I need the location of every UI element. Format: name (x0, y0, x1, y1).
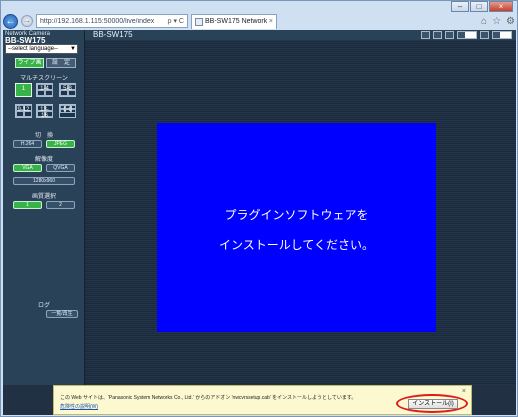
chevron-down-icon: ▼ (70, 46, 76, 52)
screen-9-button[interactable]: 1-9 (59, 104, 76, 118)
screen-quad-1-button[interactable]: 1-4 (36, 83, 53, 97)
page-content: Network Camera BB-SW175 --select languag… (3, 30, 516, 415)
address-bar[interactable]: http://192.168.1.115:50000/live/index ρ … (36, 14, 188, 28)
zoom-icon[interactable] (445, 31, 454, 39)
maximize-button[interactable]: □ (470, 1, 488, 12)
forward-button[interactable]: → (21, 15, 33, 27)
screen-1-label: 1 (21, 86, 26, 92)
switch-label: 切 換 (34, 133, 53, 139)
tab-title: BB-SW175 Network Ca... (205, 18, 267, 25)
browser-window: – □ × ← → http://192.168.1.115:50000/liv… (0, 0, 518, 417)
zoom-slider[interactable] (457, 31, 477, 39)
browser-toolbar-icons: ⌂ ☆ ⚙ (481, 16, 515, 27)
settings-icon[interactable]: ⚙ (506, 16, 515, 27)
video-viewer: プラグインソフトウェアを インストールしてください。 (85, 40, 516, 385)
camera-name: BB-SW175 (93, 30, 133, 39)
jpeg-button[interactable]: JPEG (46, 140, 75, 148)
home-icon[interactable]: ⌂ (481, 16, 487, 27)
window-controls: – □ × (451, 1, 513, 12)
browser-navbar: ← → http://192.168.1.115:50000/live/inde… (3, 12, 515, 30)
plugin-placeholder: プラグインソフトウェアを インストールしてください。 (157, 123, 436, 332)
browser-tab[interactable]: BB-SW175 Network Ca... × (191, 13, 277, 29)
resolution-label: 解像度 (34, 157, 53, 163)
tab-setup[interactable]: 設 定 (46, 58, 76, 68)
camera-icon[interactable] (433, 31, 442, 39)
notification-text: この Web サイトは、'Panasonic System Networks C… (60, 395, 357, 401)
quality-1-button[interactable]: 1 (13, 201, 42, 209)
quality-2-button[interactable]: 2 (46, 201, 75, 209)
screen-quad-1-label: 1-4 (40, 86, 49, 92)
log-list-button[interactable]: 一覧/再生 (46, 310, 78, 318)
language-select-value: --select language-- (8, 46, 59, 52)
screen-quad-2-label: 5-8 (63, 86, 72, 92)
screen-9-label: 1-9 (63, 107, 72, 113)
brightness-icon[interactable] (480, 31, 489, 39)
address-url: http://192.168.1.115:50000/live/index (40, 17, 155, 25)
close-icon[interactable]: × (462, 388, 466, 395)
screen-quad-3-button[interactable]: 9-12 (15, 104, 32, 118)
vga-button[interactable]: VGA (13, 164, 42, 172)
log-label: ログ (37, 303, 50, 309)
screen-quad-3-label: 9-12 (17, 107, 30, 113)
tab-live[interactable]: ライブ画 (15, 58, 44, 68)
language-select[interactable]: --select language-- ▼ (5, 44, 78, 54)
close-window-button[interactable]: × (489, 1, 513, 12)
screen-quad-4-button[interactable]: 13-16 (36, 104, 53, 119)
brightness-slider[interactable] (492, 31, 512, 39)
screen-quad-4-label: 13-16 (40, 107, 49, 119)
back-button[interactable]: ← (3, 13, 18, 29)
favorites-icon[interactable]: ☆ (492, 16, 501, 27)
screen-1-button[interactable]: 1 (15, 83, 32, 97)
minimize-button[interactable]: – (451, 1, 469, 12)
resolution-1280-button[interactable]: 1280x960 (13, 177, 75, 185)
snapshot-icon[interactable] (421, 31, 430, 39)
risk-explanation-link[interactable]: 危険性の説明(W) (60, 403, 98, 410)
tab-close-icon[interactable]: × (269, 18, 273, 25)
qvga-button[interactable]: QVGA (46, 164, 75, 172)
left-panel: Network Camera BB-SW175 --select languag… (3, 30, 85, 385)
page-favicon-icon (195, 17, 203, 26)
quality-label: 画質選択 (31, 194, 56, 200)
plugin-message-line1: プラグインソフトウェアを (224, 208, 369, 222)
address-tools[interactable]: ρ ▾ C (168, 17, 184, 25)
h264-button[interactable]: H.264 (13, 140, 42, 148)
top-tools (421, 31, 512, 39)
plugin-message-line2: インストールしてください。 (218, 238, 375, 252)
install-button[interactable]: インストール(I) (408, 399, 458, 409)
multiscreen-label: マルチスクリーン (20, 76, 68, 82)
screen-quad-2-button[interactable]: 5-8 (59, 83, 76, 97)
camera-topbar: BB-SW175 (85, 30, 516, 40)
addon-notification-bar: この Web サイトは、'Panasonic System Networks C… (53, 385, 472, 415)
